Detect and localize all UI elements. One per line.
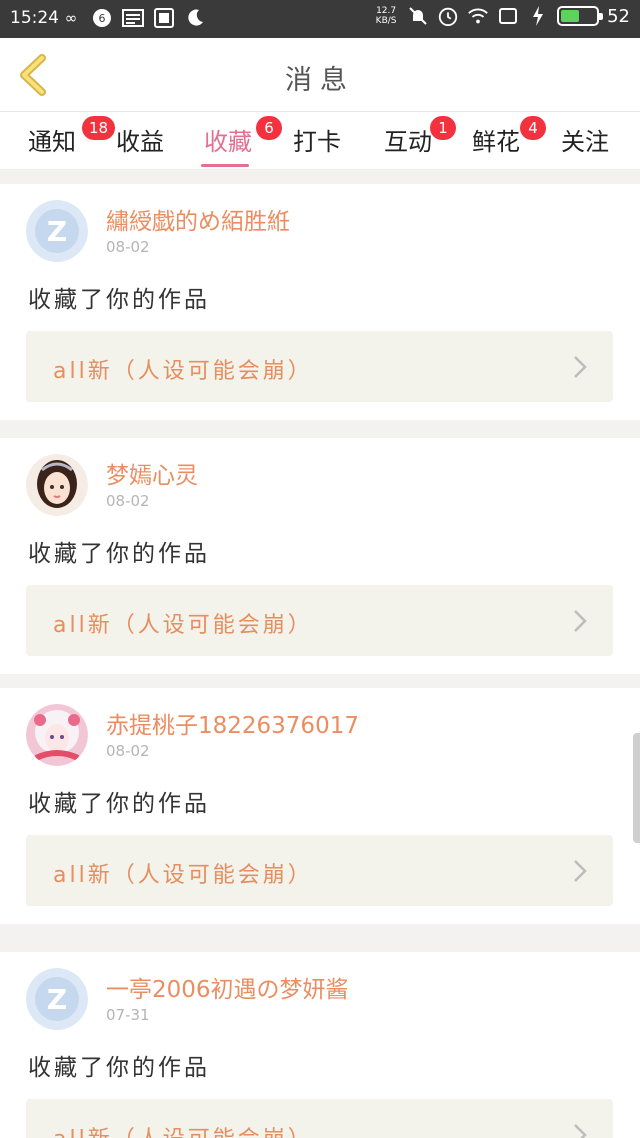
app-icon: 6 xyxy=(91,7,113,29)
scrollbar[interactable] xyxy=(633,733,640,843)
battery-tip xyxy=(599,13,604,20)
default-avatar-icon: Z xyxy=(26,200,88,262)
tab-label: 打卡 xyxy=(293,128,341,156)
status-time: 15:24 xyxy=(10,8,59,28)
anime-avatar-icon xyxy=(26,704,88,766)
chevron-right-icon xyxy=(574,860,587,882)
message-card: 梦嫣心灵 08-02 收藏了你的作品 all新（人设可能会崩） xyxy=(0,438,640,674)
username[interactable]: 繡綬戯的め絔胜絍 xyxy=(106,202,290,236)
tab-notifications[interactable]: 通知 18 xyxy=(28,116,116,157)
alarm-icon xyxy=(437,5,459,27)
moon-icon xyxy=(184,7,206,29)
action-text: 收藏了你的作品 xyxy=(28,541,210,567)
svg-text:Z: Z xyxy=(47,983,67,1016)
screen-icon xyxy=(497,5,519,27)
work-link[interactable]: all新（人设可能会崩） xyxy=(26,1099,613,1138)
tab-label: 收益 xyxy=(116,128,164,156)
notification-badge: 18 xyxy=(82,116,116,140)
tab-label: 通知 xyxy=(28,128,76,156)
message-card: 赤提桃子18226376017 08-02 收藏了你的作品 all新（人设可能会… xyxy=(0,688,640,924)
mute-icon xyxy=(407,5,429,27)
status-right-icons: 12.7 KB/S 52 xyxy=(373,5,630,27)
tab-earnings[interactable]: 收益 xyxy=(116,122,164,157)
username[interactable]: 赤提桃子18226376017 xyxy=(106,706,359,740)
interaction-badge: 1 xyxy=(430,116,456,140)
chevron-right-icon xyxy=(574,356,587,378)
girl-avatar-icon xyxy=(26,454,88,516)
tab-favorites[interactable]: 收藏 6 xyxy=(204,116,282,157)
date: 08-02 xyxy=(106,238,150,256)
work-title: all新（人设可能会崩） xyxy=(53,1121,313,1138)
page-title: 消息 xyxy=(285,65,355,96)
work-link[interactable]: all新（人设可能会崩） xyxy=(26,835,613,906)
work-title: all新（人设可能会崩） xyxy=(53,863,313,888)
news-icon xyxy=(122,7,144,29)
battery-percent: 52 xyxy=(607,5,630,27)
work-title: all新（人设可能会崩） xyxy=(53,613,313,638)
chevron-right-icon xyxy=(574,1124,587,1138)
date: 08-02 xyxy=(106,492,150,510)
status-bar: 15:24 ∞ 6 12.7 KB/S 52 xyxy=(0,0,640,38)
battery-fill xyxy=(561,10,580,22)
tab-label: 收藏 xyxy=(204,128,252,156)
charging-icon xyxy=(527,5,549,27)
work-link[interactable]: all新（人设可能会崩） xyxy=(26,331,613,402)
chevron-right-icon xyxy=(574,610,587,632)
tab-checkin[interactable]: 打卡 xyxy=(293,122,341,157)
tab-label: 互动 xyxy=(384,128,432,156)
avatar[interactable] xyxy=(26,704,88,766)
battery-indicator xyxy=(557,6,604,26)
avatar[interactable] xyxy=(26,454,88,516)
work-link[interactable]: all新（人设可能会崩） xyxy=(26,585,613,656)
status-left-icons: ∞ 6 xyxy=(60,7,206,29)
default-avatar-icon: Z xyxy=(26,968,88,1030)
action-text: 收藏了你的作品 xyxy=(28,791,210,817)
svg-text:Z: Z xyxy=(47,215,67,248)
photo-icon xyxy=(153,7,175,29)
tab-label: 关注 xyxy=(561,128,609,156)
infinity-icon: ∞ xyxy=(64,8,78,27)
favorites-badge: 6 xyxy=(256,116,282,140)
message-card: Z 一亭2006初遇の梦妍酱 07-31 收藏了你的作品 all新（人设可能会崩… xyxy=(0,952,640,1138)
active-tab-indicator xyxy=(201,164,249,167)
tab-following[interactable]: 关注 xyxy=(561,122,609,157)
flowers-badge: 4 xyxy=(520,116,546,140)
tab-label: 鲜花 xyxy=(472,128,520,156)
username[interactable]: 一亭2006初遇の梦妍酱 xyxy=(106,970,349,1004)
work-title: all新（人设可能会崩） xyxy=(53,359,313,384)
action-text: 收藏了你的作品 xyxy=(28,287,210,313)
username[interactable]: 梦嫣心灵 xyxy=(106,456,198,490)
tab-interaction[interactable]: 互动 1 xyxy=(384,116,456,157)
date: 08-02 xyxy=(106,742,150,760)
tab-flowers[interactable]: 鲜花 4 xyxy=(472,116,546,157)
date: 07-31 xyxy=(106,1006,150,1024)
nav-bar: 消息 xyxy=(0,38,640,112)
tab-bar: 通知 18 收益 收藏 6 打卡 互动 1 鲜花 4 关注 xyxy=(0,112,640,170)
net-speed: 12.7 KB/S xyxy=(375,6,397,26)
avatar[interactable]: Z xyxy=(26,200,88,262)
wifi-icon xyxy=(467,5,489,27)
svg-text:6: 6 xyxy=(99,12,106,25)
avatar[interactable]: Z xyxy=(26,968,88,1030)
message-card: Z 繡綬戯的め絔胜絍 08-02 收藏了你的作品 all新（人设可能会崩） xyxy=(0,184,640,420)
action-text: 收藏了你的作品 xyxy=(28,1055,210,1081)
